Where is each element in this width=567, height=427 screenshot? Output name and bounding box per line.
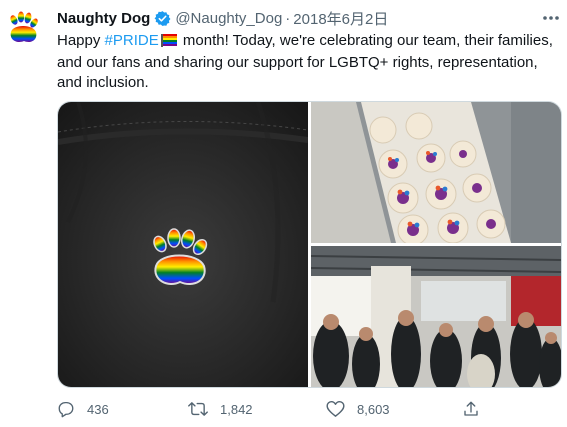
tweet-header: Naughty Dog @Naughty_Dog · 2018年6月2日 xyxy=(57,7,547,29)
like-count: 8,603 xyxy=(357,401,390,417)
more-dots-icon xyxy=(543,16,559,20)
retweet-count: 1,842 xyxy=(220,401,253,417)
tweet-actions: 436 1,842 8,603 xyxy=(57,398,557,420)
hashtag-link[interactable]: #PRIDE xyxy=(105,32,159,49)
verified-badge-icon xyxy=(154,10,171,27)
media-photo-3[interactable] xyxy=(311,246,561,387)
retweet-button[interactable]: 1,842 xyxy=(188,398,253,420)
media-photo-1[interactable] xyxy=(58,102,308,387)
reply-count: 436 xyxy=(87,401,109,417)
like-button[interactable]: 8,603 xyxy=(326,398,390,420)
rainbow-paw-pin-photo-icon xyxy=(58,102,308,387)
share-icon xyxy=(464,401,478,416)
office-gathering-photo-icon xyxy=(311,246,561,387)
reply-button[interactable]: 436 xyxy=(57,398,109,420)
pride-flag-emoji-icon xyxy=(160,33,178,53)
rainbow-paw-logo-icon xyxy=(10,11,38,42)
author-name[interactable]: Naughty Dog xyxy=(57,10,150,27)
author-handle[interactable]: @Naughty_Dog xyxy=(175,10,282,27)
avatar[interactable] xyxy=(3,10,43,50)
share-button[interactable] xyxy=(462,398,492,420)
tweet-text-before: Happy xyxy=(57,32,105,49)
media-grid xyxy=(57,101,562,388)
reply-icon xyxy=(58,401,74,418)
tweet-date[interactable]: 2018年6月2日 xyxy=(293,8,388,29)
retweet-icon xyxy=(188,402,208,416)
media-photo-2[interactable] xyxy=(311,102,561,243)
paw-cookies-box-photo-icon xyxy=(311,102,561,243)
heart-icon xyxy=(326,401,345,417)
more-options-button[interactable] xyxy=(539,8,563,28)
header-separator: · xyxy=(285,9,291,27)
tweet-text: Happy #PRIDE month! Today, we're celebra… xyxy=(57,31,557,93)
